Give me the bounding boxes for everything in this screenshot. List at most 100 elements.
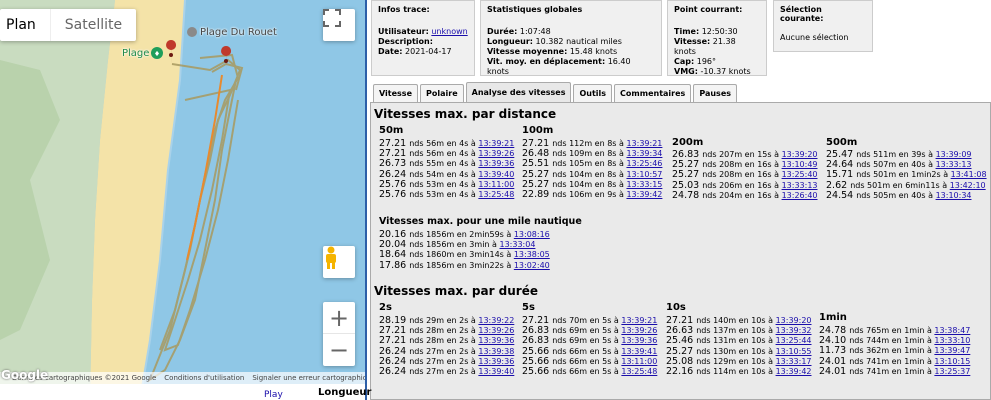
cap-label: Cap:: [674, 57, 695, 66]
time-link[interactable]: 13:11:00: [621, 357, 657, 366]
time-link[interactable]: 13:25:48: [478, 190, 514, 199]
time-link[interactable]: 13:38:05: [514, 250, 550, 259]
map-type-plan-button[interactable]: Plan: [0, 17, 50, 33]
time-link[interactable]: 13:25:46: [626, 159, 662, 168]
time-link[interactable]: 13:39:21: [626, 139, 662, 148]
time-link[interactable]: 13:11:00: [478, 180, 514, 189]
time-link[interactable]: 13:39:22: [478, 316, 514, 325]
time-link[interactable]: 13:39:40: [478, 367, 514, 376]
time-link[interactable]: 13:39:20: [776, 316, 812, 325]
time-link[interactable]: 13:39:47: [934, 346, 970, 355]
time-link[interactable]: 13:39:26: [621, 326, 657, 335]
time-link[interactable]: 13:39:42: [626, 190, 662, 199]
time-link[interactable]: 13:38:47: [934, 326, 970, 335]
time-link[interactable]: 13:25:37: [934, 367, 970, 376]
time-link[interactable]: 13:33:15: [626, 180, 662, 189]
google-logo[interactable]: Google: [1, 368, 48, 382]
time-link[interactable]: 13:39:36: [478, 159, 514, 168]
map-bottom-bar: [0, 384, 365, 400]
play-button[interactable]: Play: [264, 390, 283, 400]
time-link[interactable]: 13:39:41: [621, 347, 657, 356]
speed-detail: nds 208m en 16s à: [702, 160, 782, 170]
speed-value: 24.78: [672, 189, 703, 201]
duree-col-5s: 27.21 nds 70m en 5s à 13:39:21 26.83 nds …: [522, 315, 657, 377]
speed-row: 24.54 nds 505m en 40s à 13:10:34: [826, 190, 987, 201]
time-link[interactable]: 13:25:48: [621, 367, 657, 376]
user-link[interactable]: unknown: [431, 27, 467, 36]
fullscreen-button[interactable]: [323, 9, 355, 41]
time-link[interactable]: 13:39:36: [478, 357, 514, 366]
selection-title: Sélection courante:: [780, 5, 824, 23]
tab-vitesse[interactable]: Vitesse: [373, 84, 418, 102]
time-link[interactable]: 13:33:17: [776, 357, 812, 366]
time-link[interactable]: 13:33:13: [936, 160, 972, 169]
time-link[interactable]: 13:39:40: [478, 170, 514, 179]
time-link[interactable]: 13:10:34: [936, 191, 972, 200]
time-link[interactable]: 13:39:21: [621, 316, 657, 325]
time-link[interactable]: 13:33:04: [499, 240, 535, 249]
distance-col-200m: 26.83 nds 207m en 15s à 13:39:20 25.27 nd…: [672, 149, 818, 201]
fullscreen-icon: [323, 9, 341, 27]
user-label: Utilisateur:: [378, 27, 429, 36]
speed-detail: nds 130m en 10s à: [696, 346, 776, 356]
time-link[interactable]: 13:39:26: [478, 149, 514, 158]
tab-outils[interactable]: Outils: [573, 84, 613, 102]
time-link[interactable]: 13:39:32: [776, 326, 812, 335]
speed-detail: nds 27m en 2s à: [409, 367, 479, 377]
vmg-value: -10.37 knots: [700, 67, 751, 76]
time-link[interactable]: 13:39:09: [936, 150, 972, 159]
zoom-out-button[interactable]: −: [323, 334, 355, 366]
tab-commentaires[interactable]: Commentaires: [614, 84, 692, 102]
time-link[interactable]: 13:26:40: [782, 191, 818, 200]
map-view[interactable]: ♦ Plage Plage Du Rouet Plan Satellite + …: [0, 0, 367, 400]
duree-value: 1:07:48: [519, 27, 551, 36]
time-link[interactable]: 13:10:57: [626, 170, 662, 179]
time-link[interactable]: 13:39:42: [776, 367, 812, 376]
time-link[interactable]: 13:42:10: [950, 181, 986, 190]
vitesse-moyenne-label: Vitesse moyenne:: [487, 47, 568, 56]
time-link[interactable]: 13:10:55: [776, 347, 812, 356]
time-link[interactable]: 13:39:38: [478, 347, 514, 356]
tab-analyse-vitesses[interactable]: Analyse des vitesses: [465, 82, 572, 102]
time-link[interactable]: 13:39:36: [478, 336, 514, 345]
terms-link[interactable]: Conditions d'utilisation: [164, 374, 244, 382]
description-label: Description:: [378, 37, 433, 46]
col-header-100m: 100m: [522, 125, 554, 136]
time-link[interactable]: 13:10:15: [934, 357, 970, 366]
time-link[interactable]: 13:39:26: [478, 326, 514, 335]
poi-plage-label[interactable]: Plage: [122, 48, 149, 59]
time-link[interactable]: 13:33:10: [934, 336, 970, 345]
time-link[interactable]: 13:39:20: [782, 150, 818, 159]
tab-polaire[interactable]: Polaire: [420, 84, 464, 102]
speed-detail: nds 501m en 6min11s à: [850, 180, 950, 190]
speed-detail: nds 28m en 2s à: [409, 326, 479, 336]
time-link[interactable]: 13:39:34: [626, 149, 662, 158]
speed-value: 17.86: [379, 259, 410, 271]
time-link[interactable]: 13:39:36: [621, 336, 657, 345]
infos-trace-box: Infos trace: Utilisateur: unknown Descri…: [371, 0, 475, 76]
date-label: Date:: [378, 47, 403, 56]
speed-detail: nds 56m en 4s à: [409, 139, 479, 148]
speed-detail: nds 105m en 8s à: [552, 159, 627, 169]
poi-rouet-label[interactable]: Plage Du Rouet: [200, 27, 277, 38]
time-link[interactable]: 13:39:21: [478, 139, 514, 148]
time-link[interactable]: 13:41:08: [951, 170, 987, 179]
street-view-pegman-button[interactable]: [323, 246, 355, 278]
time-link[interactable]: 13:33:13: [782, 181, 818, 190]
speed-row: 26.24 nds 27m en 2s à 13:39:40: [379, 366, 514, 377]
time-link[interactable]: 13:02:40: [514, 261, 550, 270]
map-type-satellite-button[interactable]: Satellite: [49, 9, 136, 41]
speed-detail: nds 129m en 10s à: [696, 356, 776, 366]
speed-detail: nds 1856m en 3min22s à: [409, 260, 514, 270]
speed-row: 25.76 nds 53m en 4s à 13:25:48: [379, 189, 514, 200]
tab-pauses[interactable]: Pauses: [693, 84, 738, 102]
report-error-link[interactable]: Signaler une erreur cartographique: [252, 374, 365, 382]
time-link[interactable]: 13:10:49: [782, 160, 818, 169]
zoom-in-button[interactable]: +: [323, 302, 355, 334]
date-value: 2021-04-17: [405, 47, 452, 56]
speed-detail: nds 1856m en 3min à: [409, 240, 500, 250]
time-link[interactable]: 13:25:44: [776, 336, 812, 345]
time-link[interactable]: 13:08:16: [514, 230, 550, 239]
time-link[interactable]: 13:25:40: [782, 170, 818, 179]
speed-detail: nds 741m en 1min à: [849, 366, 935, 376]
